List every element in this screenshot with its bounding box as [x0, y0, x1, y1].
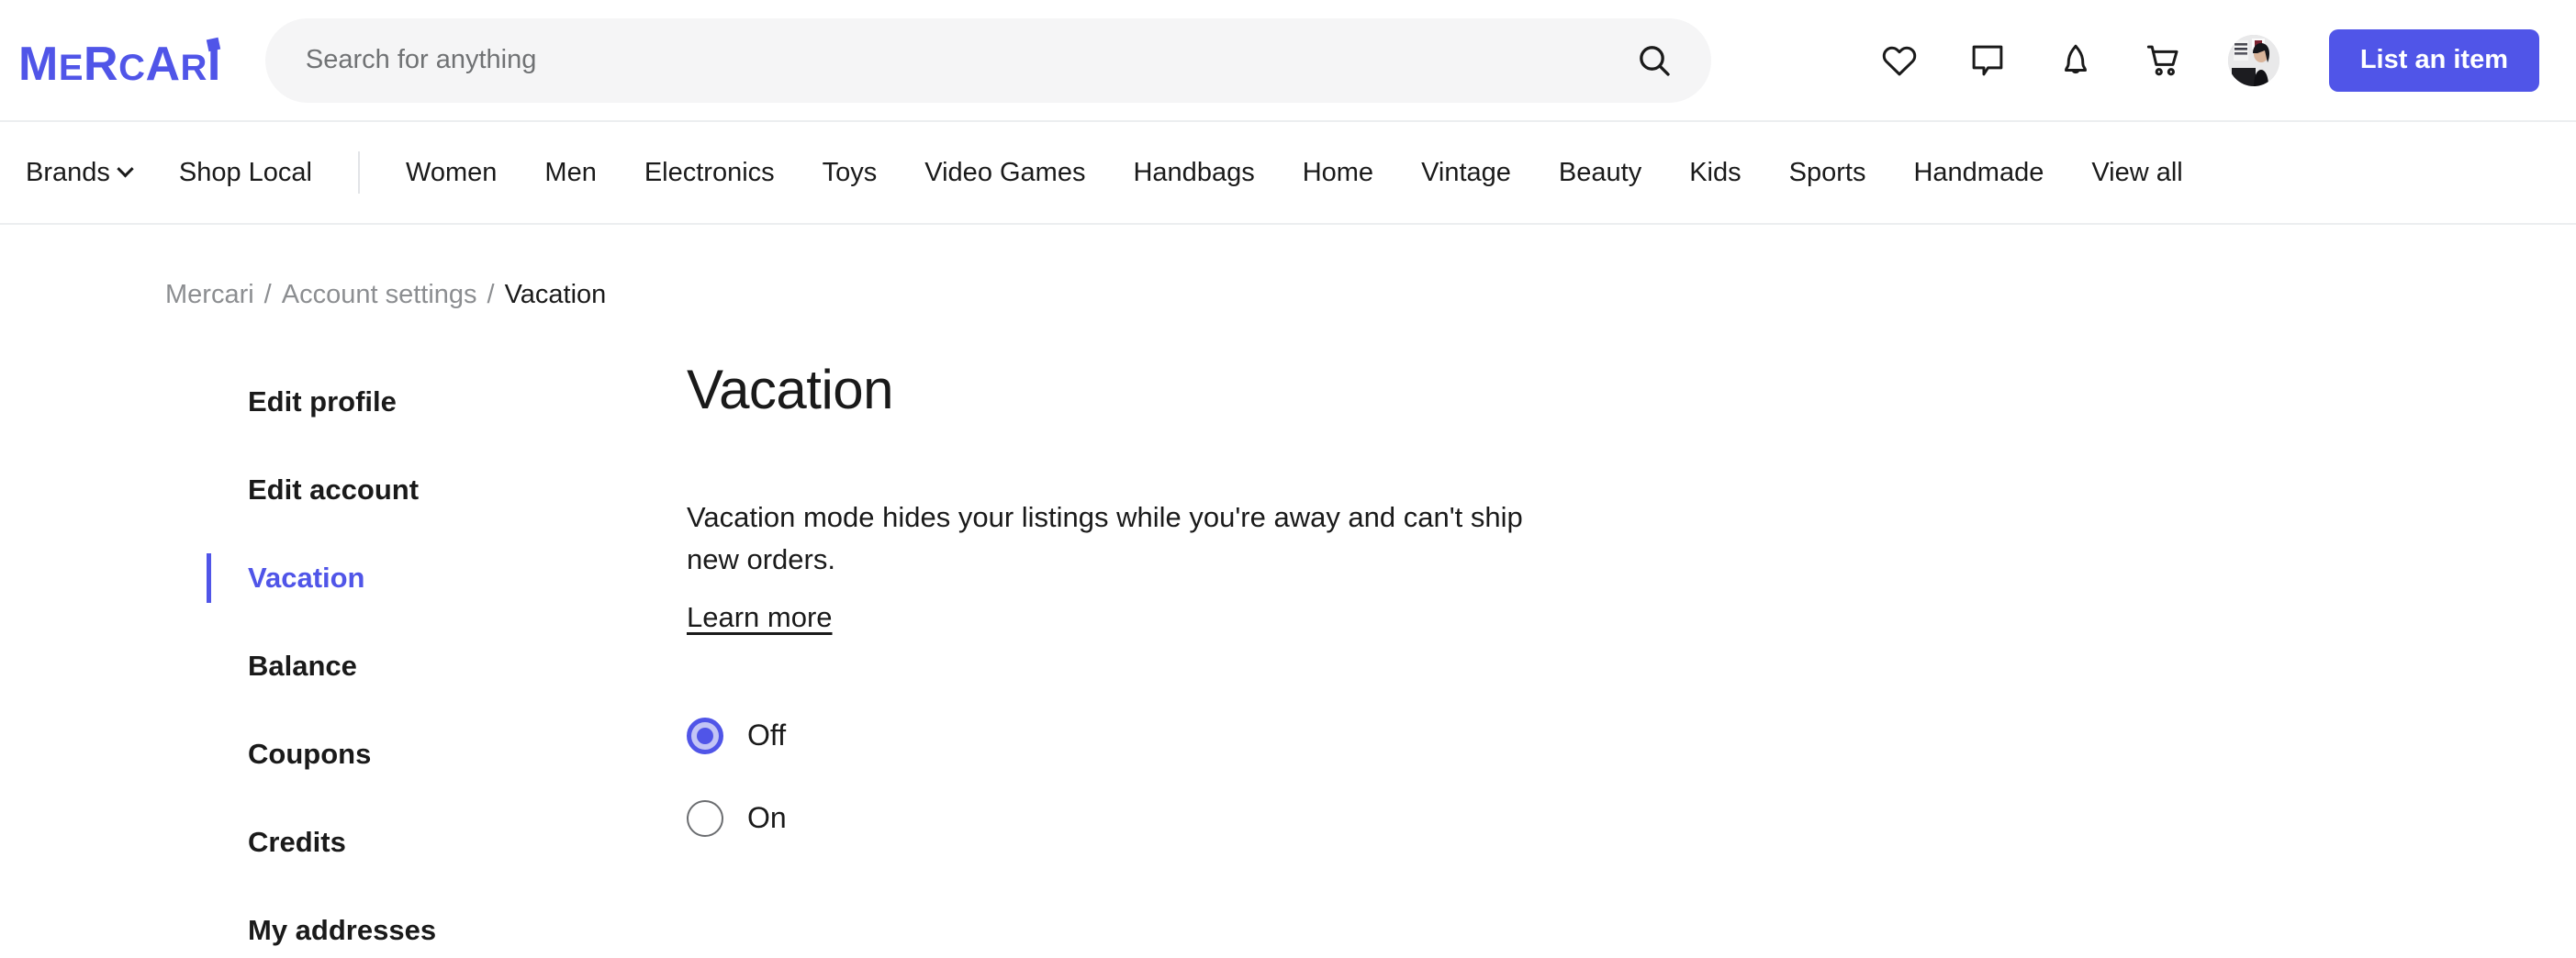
nav-item-view-all[interactable]: View all [2067, 158, 2206, 188]
messages-button[interactable] [1964, 37, 2011, 84]
nav-item-beauty[interactable]: Beauty [1535, 158, 1665, 188]
radio-option-on[interactable]: On [687, 777, 2576, 860]
radio-off-label: Off [747, 718, 787, 752]
search-submit-button[interactable] [1630, 37, 1678, 84]
breadcrumb-root[interactable]: Mercari [165, 280, 254, 310]
nav-divider [358, 151, 361, 194]
nav-item-vintage[interactable]: Vintage [1397, 158, 1535, 188]
header-actions: List an item [1876, 28, 2539, 92]
search-input[interactable] [305, 45, 1630, 75]
message-icon [1972, 45, 2003, 75]
nav-item-handmade[interactable]: Handmade [1889, 158, 2067, 188]
radio-on-indicator[interactable] [687, 799, 723, 837]
sidebar-item-my-addresses[interactable]: My addresses [207, 886, 679, 958]
sidebar-item-vacation[interactable]: Vacation [207, 534, 679, 622]
nav-item-home[interactable]: Home [1279, 158, 1397, 188]
breadcrumb-separator: / [263, 280, 272, 309]
list-an-item-button[interactable]: List an item [2328, 28, 2539, 92]
radio-off-indicator[interactable] [687, 717, 723, 754]
category-nav: Brands Shop Local Women Men Electronics … [0, 122, 2576, 225]
nav-item-electronics[interactable]: Electronics [621, 158, 799, 188]
radio-on-label: On [747, 801, 787, 835]
nav-item-handbags[interactable]: Handbags [1109, 158, 1278, 188]
nav-item-sports[interactable]: Sports [1765, 158, 1890, 188]
nav-item-shop-local[interactable]: Shop Local [155, 158, 336, 188]
search-icon [1640, 45, 1670, 76]
breadcrumb-separator: / [487, 280, 495, 309]
account-settings-sidebar: Edit profile Edit account Vacation Balan… [165, 358, 679, 958]
learn-more-link[interactable]: Learn more [687, 601, 833, 634]
mercari-logo[interactable]: MERCARI [18, 33, 221, 88]
site-header: MERCARI Search for anything List an item [0, 0, 2576, 122]
page-body: Edit profile Edit account Vacation Balan… [0, 310, 2576, 958]
avatar-image [2227, 34, 2279, 86]
nav-item-brands-label: Brands [26, 157, 110, 187]
sidebar-item-edit-profile[interactable]: Edit profile [207, 358, 679, 446]
nav-item-toys[interactable]: Toys [799, 158, 902, 188]
breadcrumb-current: Vacation [504, 280, 607, 309]
favorites-button[interactable] [1876, 37, 1923, 84]
nav-item-kids[interactable]: Kids [1665, 158, 1764, 188]
sidebar-item-balance[interactable]: Balance [207, 622, 679, 710]
nav-item-video-games[interactable]: Video Games [901, 158, 1109, 188]
logo-wordmark: MERCARI [18, 37, 221, 91]
bell-icon [2064, 44, 2087, 73]
heart-icon [1882, 46, 1917, 75]
vacation-description: Vacation mode hides your listings while … [687, 501, 1523, 575]
cart-icon [2146, 45, 2178, 75]
nav-item-brands[interactable]: Brands [18, 158, 155, 188]
logo-dot-icon [206, 37, 221, 51]
sidebar-item-edit-account[interactable]: Edit account [207, 446, 679, 534]
breadcrumb: Mercari / Account settings / Vacation [0, 225, 2576, 310]
chevron-down-icon [117, 160, 134, 177]
page-title: Vacation [687, 359, 894, 420]
notifications-button[interactable] [2052, 37, 2100, 84]
vacation-mode-radio-group: Off On [687, 695, 2576, 860]
sidebar-item-coupons[interactable]: Coupons [207, 710, 679, 798]
nav-item-men[interactable]: Men [521, 158, 620, 188]
main-content: Vacation Vacation mode hides your listin… [679, 358, 2576, 958]
breadcrumb-parent[interactable]: Account settings [282, 280, 477, 310]
search-bar[interactable] [264, 17, 1711, 103]
radio-option-off[interactable]: Off [687, 695, 2576, 777]
nav-item-women[interactable]: Women [382, 158, 521, 188]
sidebar-item-credits[interactable]: Credits [207, 798, 679, 886]
cart-button[interactable] [2140, 37, 2188, 84]
profile-avatar[interactable] [2227, 34, 2279, 86]
